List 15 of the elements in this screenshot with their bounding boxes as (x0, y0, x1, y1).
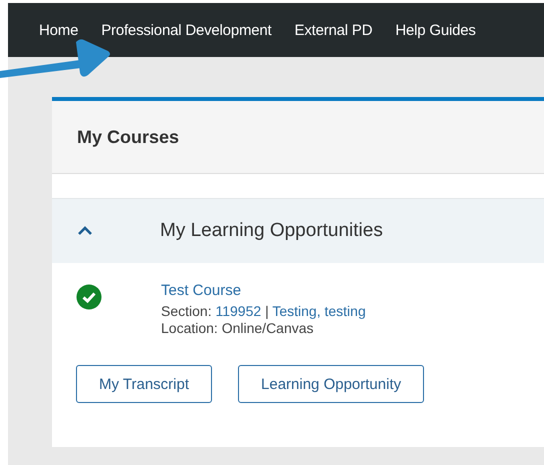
instructor-link[interactable]: Testing, testing (272, 303, 366, 319)
card-title: My Courses (77, 126, 180, 148)
section-title: My Learning Opportunities (160, 220, 383, 242)
nav-link[interactable]: Home (39, 22, 78, 38)
nav-link[interactable]: External PD (294, 22, 372, 38)
section-number-link[interactable]: 119952 (215, 303, 262, 319)
nav-link[interactable]: Professional Development (101, 22, 272, 38)
action-button[interactable]: My Transcript (76, 365, 212, 403)
section-line: Section: 119952 | Testing, testing (161, 303, 366, 320)
section-header[interactable]: My Learning Opportunities (52, 198, 544, 263)
course-link[interactable]: Test Course (161, 281, 366, 301)
nav-link[interactable]: Help Guides (395, 22, 476, 38)
action-button[interactable]: Learning Opportunity (238, 365, 424, 403)
chevron-icon[interactable] (77, 226, 93, 236)
location-text: Location: Online/Canvas (161, 320, 315, 337)
